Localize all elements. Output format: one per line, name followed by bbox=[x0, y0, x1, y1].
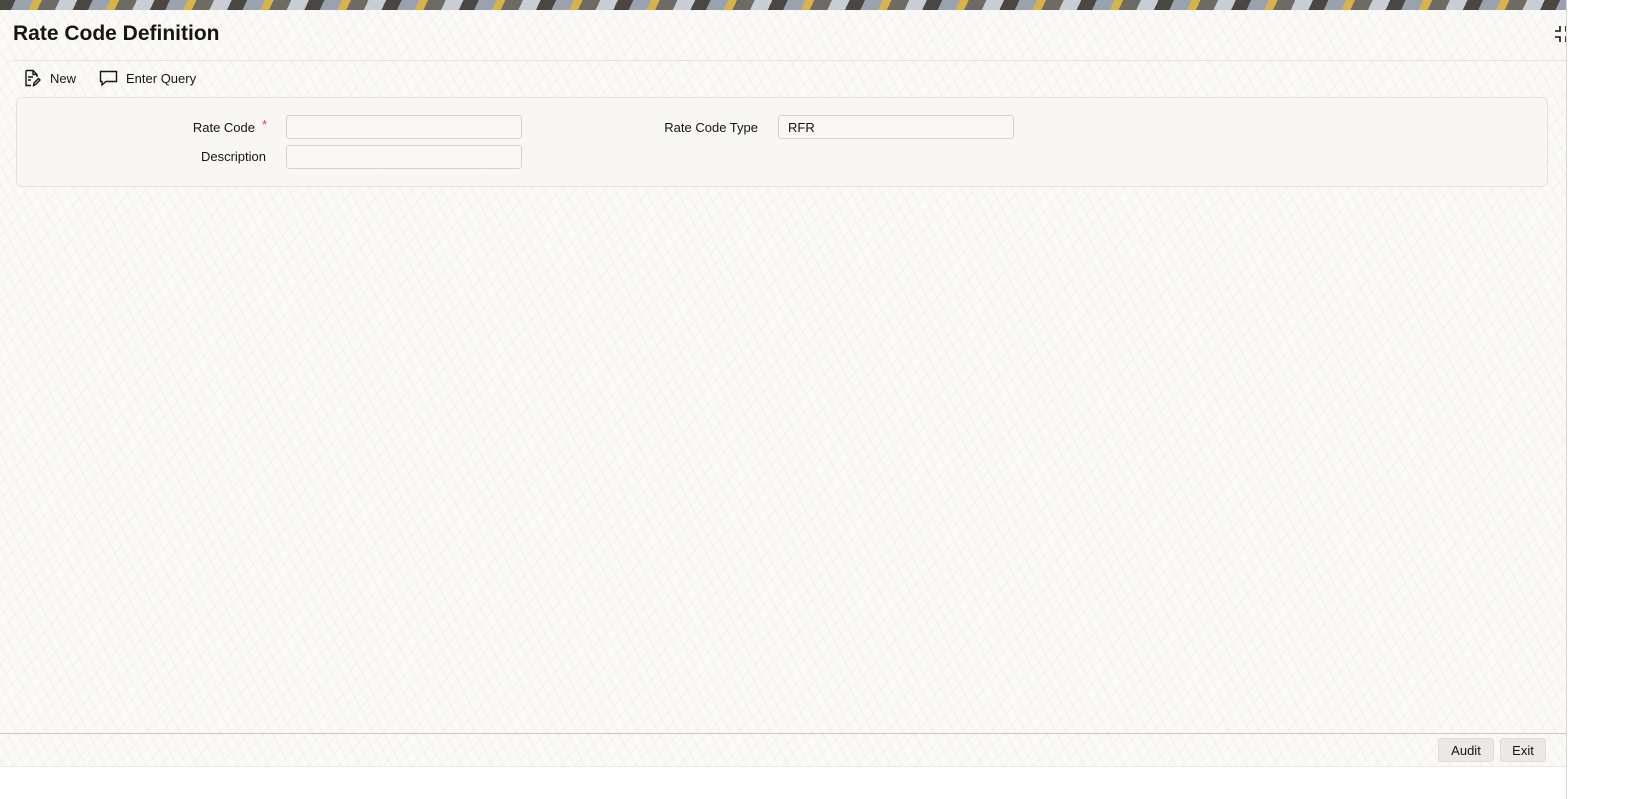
document-edit-icon bbox=[22, 68, 42, 88]
rate-code-type-label: Rate Code Type bbox=[664, 120, 758, 135]
page-title: Rate Code Definition bbox=[13, 22, 220, 45]
header-divider bbox=[13, 60, 1614, 61]
bottom-strip bbox=[0, 766, 1627, 799]
new-button[interactable]: New bbox=[22, 67, 76, 89]
form-panel: Rate Code * Description Rate Code Type bbox=[16, 97, 1548, 187]
footer-divider bbox=[0, 733, 1627, 734]
rate-code-input[interactable] bbox=[286, 115, 522, 139]
toolbar: New Enter Query bbox=[22, 67, 196, 89]
right-edge-panel bbox=[1566, 0, 1627, 799]
decorative-header-strip bbox=[0, 0, 1627, 10]
exit-button[interactable]: Exit bbox=[1500, 738, 1546, 762]
rate-code-type-field[interactable] bbox=[778, 115, 1014, 139]
rate-code-definition-window: Rate Code Definition New Enter Query Rat… bbox=[0, 0, 1627, 799]
new-button-label: New bbox=[50, 70, 77, 86]
description-input[interactable] bbox=[286, 145, 522, 169]
enter-query-button[interactable]: Enter Query bbox=[98, 67, 196, 89]
required-marker: * bbox=[262, 117, 268, 132]
speech-bubble-icon bbox=[98, 68, 118, 88]
audit-button[interactable]: Audit bbox=[1438, 738, 1494, 762]
rate-code-label: Rate Code bbox=[192, 120, 255, 135]
description-label: Description bbox=[200, 149, 266, 164]
enter-query-button-label: Enter Query bbox=[126, 70, 197, 86]
